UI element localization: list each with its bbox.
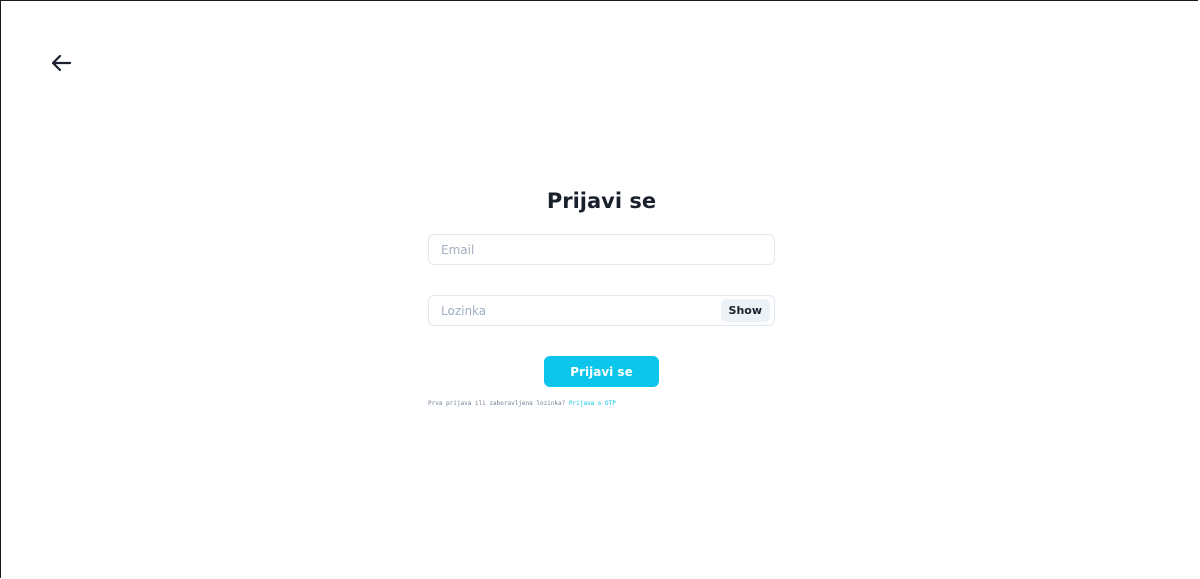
email-input[interactable]	[428, 234, 775, 265]
otp-hint-text: Prva prijava ili zaboravljena lozinka?	[428, 400, 566, 407]
otp-login-link[interactable]: Prijava s OTP	[569, 400, 616, 407]
login-submit-button[interactable]: Prijavi se	[544, 356, 659, 387]
submit-row: Prijavi se	[428, 356, 775, 387]
otp-hint: Prva prijava ili zaboravljena lozinka? P…	[428, 400, 775, 407]
password-field-group: Show	[428, 295, 775, 326]
page-frame: Prijavi se Show Prijavi se Prva prijava …	[0, 0, 1198, 578]
show-password-button[interactable]: Show	[720, 299, 770, 322]
arrow-left-icon	[50, 54, 72, 72]
page-title: Prijavi se	[546, 189, 657, 213]
login-form: Prijavi se Show Prijavi se Prva prijava …	[428, 187, 775, 407]
back-button[interactable]	[49, 51, 73, 75]
